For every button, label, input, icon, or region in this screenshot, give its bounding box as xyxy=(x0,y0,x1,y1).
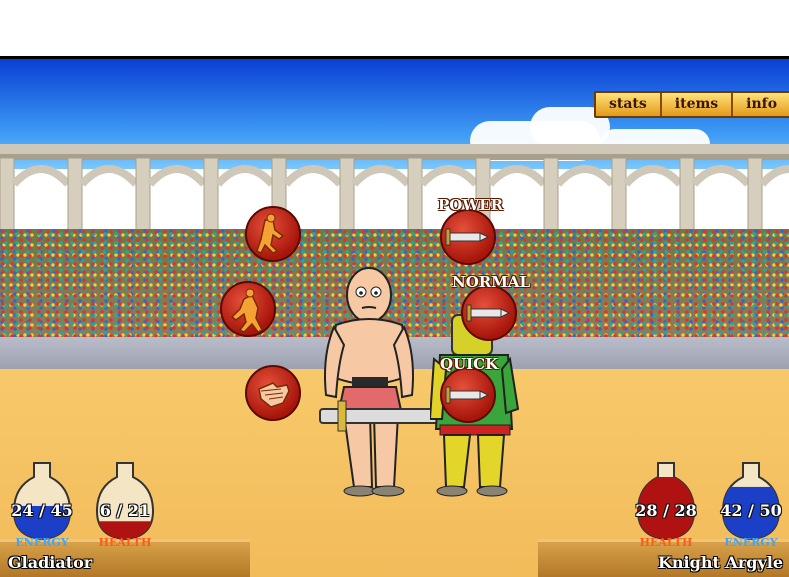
arch xyxy=(283,165,343,187)
normal-attack-label: NORMAL xyxy=(452,273,531,291)
player-name: Gladiator xyxy=(8,553,93,572)
arch xyxy=(215,165,275,187)
opponent-name: Knight Argyle xyxy=(658,553,783,572)
top-blank-area xyxy=(0,0,789,56)
opponent-energy-label: ENERGY xyxy=(724,536,778,549)
rest-icon xyxy=(258,382,290,408)
retreat-icon xyxy=(230,288,264,333)
arch xyxy=(555,165,615,187)
info-button[interactable]: info xyxy=(733,93,789,116)
arch xyxy=(419,165,479,187)
opponent-energy-value: 42 / 50 xyxy=(720,501,782,520)
sword-icon xyxy=(445,228,490,246)
colonnade xyxy=(0,144,789,237)
items-button[interactable]: items xyxy=(662,93,734,116)
arch xyxy=(79,165,139,187)
sword-icon xyxy=(445,386,490,404)
arch xyxy=(623,165,683,187)
arch xyxy=(351,165,411,187)
power-attack-label: POWER xyxy=(438,196,504,214)
arch xyxy=(759,165,789,187)
column xyxy=(135,157,151,237)
opponent-health-label: HEALTH xyxy=(639,536,693,549)
column xyxy=(0,157,15,237)
sword-icon xyxy=(466,304,511,322)
player-health-value: 6 / 21 xyxy=(99,501,151,520)
column xyxy=(203,157,219,237)
normal-attack-button[interactable] xyxy=(461,285,517,341)
quick-attack-button[interactable] xyxy=(440,367,496,423)
arch xyxy=(691,165,751,187)
player-energy-value: 24 / 45 xyxy=(11,501,73,520)
retreat-button[interactable] xyxy=(220,281,276,337)
advance-button[interactable] xyxy=(245,206,301,262)
column xyxy=(543,157,559,237)
column xyxy=(407,157,423,237)
player-energy-label: ENERGY xyxy=(15,536,69,549)
player-health-label: HEALTH xyxy=(98,536,152,549)
game-menu: stats items info xyxy=(594,91,789,118)
column xyxy=(339,157,355,237)
column xyxy=(747,157,763,237)
power-attack-button[interactable] xyxy=(440,209,496,265)
column xyxy=(679,157,695,237)
arch xyxy=(487,165,547,187)
rest-button[interactable] xyxy=(245,365,301,421)
column xyxy=(67,157,83,237)
advance-icon xyxy=(256,213,285,255)
column xyxy=(611,157,627,237)
arch xyxy=(147,165,207,187)
opponent-health-value: 28 / 28 xyxy=(635,501,697,520)
stats-button[interactable]: stats xyxy=(596,93,662,116)
quick-attack-label: QUICK xyxy=(440,355,499,373)
arch xyxy=(11,165,71,187)
arena-stage: stats items info POWER NORMAL QUICK 24 /… xyxy=(0,56,789,577)
